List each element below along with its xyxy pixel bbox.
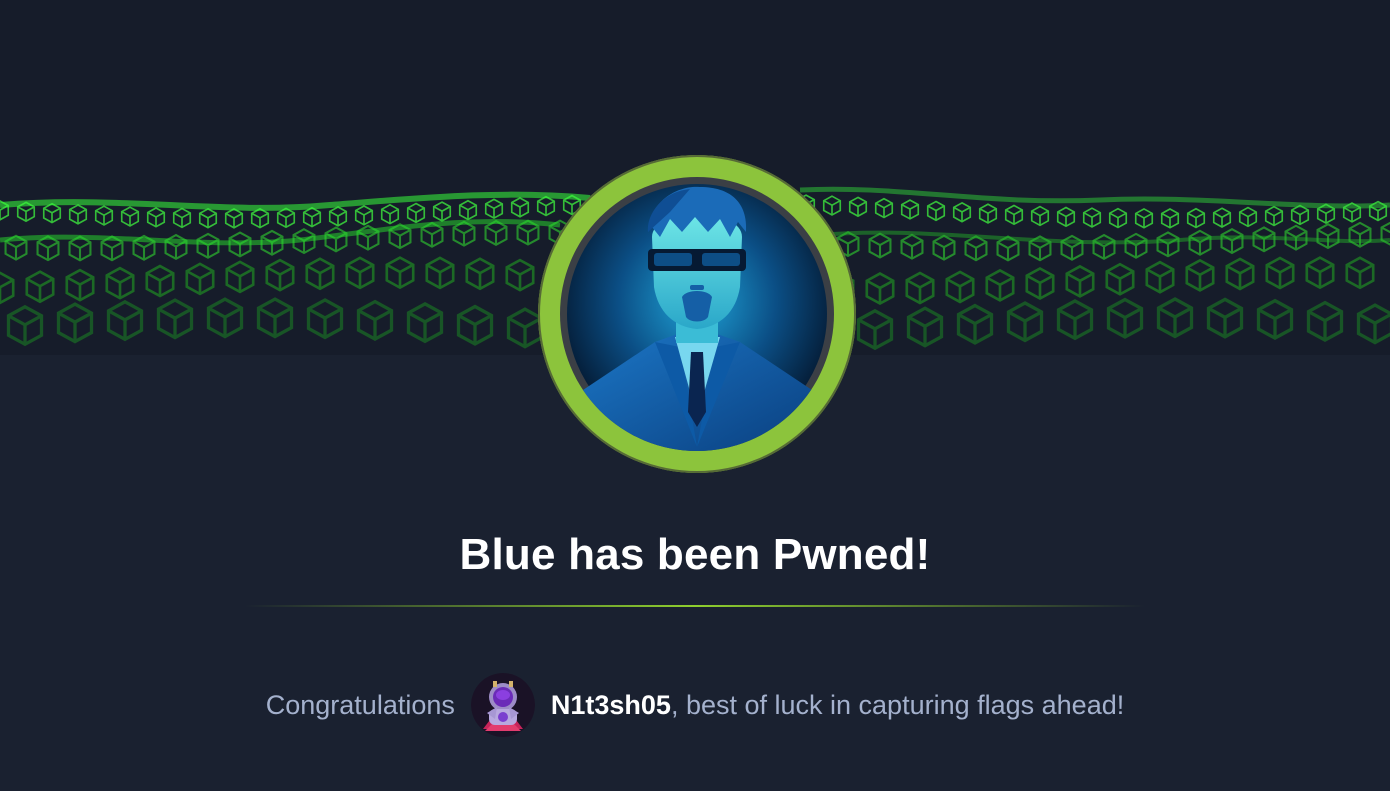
pwned-title: Blue has been Pwned! [459, 530, 931, 579]
congrats-suffix: , best of luck in capturing flags ahead! [670, 689, 1125, 720]
user-avatar[interactable] [470, 673, 535, 737]
divider-line [245, 605, 1145, 607]
username[interactable]: N1t3sh05 [551, 690, 671, 721]
congrats-prefix: Congratulations [265, 689, 455, 720]
astronaut-avatar-icon [470, 673, 535, 737]
agent-in-suit-avatar-icon [567, 184, 827, 451]
machine-avatar-ring [538, 155, 856, 473]
machine-avatar [560, 177, 834, 451]
pwned-page: Blue has been Pwned! Congratulations N1t… [0, 0, 1390, 791]
congratulations-message: Congratulations N1t3sh05 , best of luck … [0, 670, 1390, 740]
